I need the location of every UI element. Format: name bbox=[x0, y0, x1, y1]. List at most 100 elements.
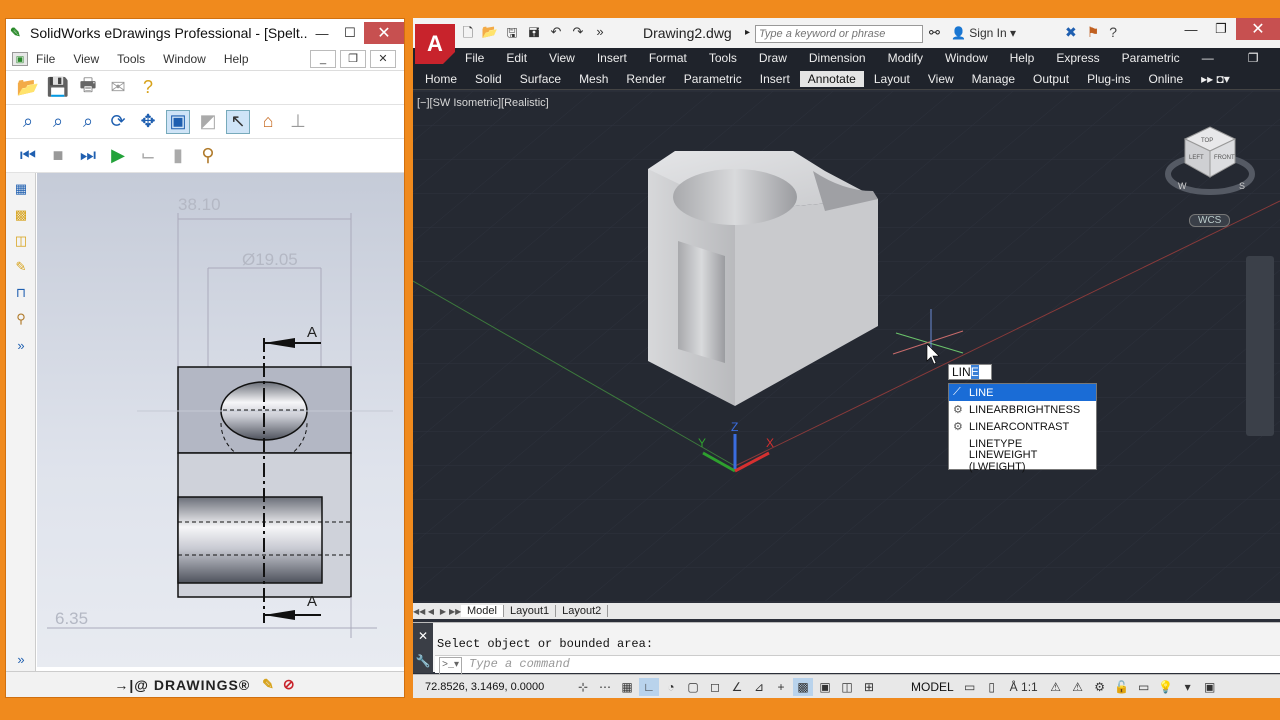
menu-format[interactable]: Format bbox=[649, 51, 687, 65]
exchange-icon[interactable]: ✖ bbox=[1065, 24, 1077, 41]
otrack-icon[interactable]: ∠ bbox=[727, 678, 747, 696]
components-icon[interactable]: ▩ bbox=[10, 205, 32, 225]
sc-icon[interactable]: ⊞ bbox=[859, 678, 879, 696]
tab-insert[interactable]: Insert bbox=[760, 72, 790, 86]
minimize-button[interactable]: — bbox=[308, 22, 336, 44]
navigation-bar[interactable] bbox=[1246, 256, 1274, 436]
close-button[interactable]: ✕ bbox=[364, 22, 404, 44]
expand-icon[interactable]: » bbox=[10, 335, 32, 355]
ortho-icon[interactable]: ∟ bbox=[639, 677, 659, 696]
menu-draw[interactable]: Draw bbox=[759, 51, 787, 65]
prev-tab-icon[interactable]: ◀ bbox=[425, 607, 437, 616]
snap-icon[interactable]: ⋯ bbox=[595, 678, 615, 696]
quick-view-layouts-icon[interactable]: ▭ bbox=[960, 678, 980, 696]
coordinates-readout[interactable]: 72.8526, 3.1469, 0.0000 bbox=[413, 681, 573, 693]
tab-layout[interactable]: Layout bbox=[874, 72, 910, 86]
markup-pencil-icon[interactable]: ✎ bbox=[262, 676, 275, 693]
menu-edit[interactable]: Edit bbox=[506, 51, 527, 65]
shaded-view-icon[interactable]: ▣ bbox=[166, 109, 190, 134]
menu-view[interactable]: View bbox=[73, 52, 99, 66]
tab-parametric[interactable]: Parametric bbox=[684, 72, 742, 86]
pan-icon[interactable]: ✥ bbox=[136, 110, 160, 134]
suggestion-linearbrightness[interactable]: ⚙ LINEARBRIGHTNESS bbox=[949, 401, 1096, 418]
send-mail-icon[interactable]: ✉ bbox=[106, 76, 130, 100]
search-expand-icon[interactable]: ▸ bbox=[745, 27, 750, 38]
tab-manage[interactable]: Manage bbox=[972, 72, 1015, 86]
restore-button[interactable]: ❐ bbox=[1206, 18, 1236, 40]
close-command-icon[interactable]: ✕ bbox=[418, 629, 428, 643]
help-icon[interactable]: ? bbox=[1109, 24, 1117, 41]
menu-file[interactable]: File bbox=[465, 51, 484, 65]
suggestion-linearcontrast[interactable]: ⚙ LINEARCONTRAST bbox=[949, 418, 1096, 435]
document-icon[interactable]: ▣ bbox=[12, 51, 28, 66]
menu-window[interactable]: Window bbox=[163, 52, 206, 66]
tab-plug-ins[interactable]: Plug-ins bbox=[1087, 72, 1130, 86]
tab-home[interactable]: Home bbox=[425, 72, 457, 86]
menu-parametric[interactable]: Parametric bbox=[1122, 51, 1180, 65]
annotation-visibility-icon[interactable]: ⚠ bbox=[1046, 678, 1066, 696]
open-icon[interactable]: 📂 bbox=[481, 24, 499, 42]
measure-tool-icon[interactable]: ⊓ bbox=[10, 283, 32, 303]
customize-icon[interactable]: 🔧 bbox=[416, 654, 431, 668]
command-line[interactable]: >_▾ Type a command bbox=[435, 655, 1280, 675]
help-icon[interactable]: ? bbox=[136, 76, 160, 100]
auto-scale-icon[interactable]: ⚠ bbox=[1068, 678, 1088, 696]
next-frame-icon[interactable]: ⏭ bbox=[76, 144, 100, 168]
tab-model[interactable]: Model bbox=[461, 605, 504, 617]
command-prompt-icon[interactable]: >_▾ bbox=[439, 657, 463, 675]
save-icon[interactable]: 🖫 bbox=[503, 24, 521, 42]
drawing-viewport[interactable]: Z Y X TOP LEFT FRONT W S [−][SW Isometri… bbox=[413, 91, 1280, 601]
close-button[interactable]: ✕ bbox=[1236, 18, 1280, 40]
infer-icon[interactable]: ⊹ bbox=[573, 678, 593, 696]
mdi-minimize-button[interactable]: _ bbox=[310, 49, 336, 68]
menu-express[interactable]: Express bbox=[1056, 51, 1099, 65]
markup-icon[interactable]: ⌙ bbox=[136, 144, 160, 168]
next-tab-icon[interactable]: ▶ bbox=[437, 607, 449, 616]
tab-mesh[interactable]: Mesh bbox=[579, 72, 608, 86]
tab-layout2[interactable]: Layout2 bbox=[556, 605, 609, 617]
maximize-button[interactable]: ☐ bbox=[336, 22, 364, 44]
tab-render[interactable]: Render bbox=[626, 72, 665, 86]
print-icon[interactable]: 🖶 bbox=[76, 75, 100, 100]
stamp-tool-icon[interactable]: ⚲ bbox=[10, 309, 32, 329]
viewport-controls-label[interactable]: [−][SW Isometric][Realistic] bbox=[417, 97, 549, 109]
menu-help[interactable]: Help bbox=[224, 52, 249, 66]
stamp-icon[interactable]: ⚲ bbox=[196, 144, 220, 168]
drawing-canvas[interactable]: 38.10 Ø19.05 A A 6.35 bbox=[37, 173, 404, 667]
dyn-icon[interactable]: + bbox=[771, 678, 791, 696]
lwt-icon[interactable]: ▩ bbox=[793, 677, 813, 696]
minimize-button[interactable]: — bbox=[1176, 18, 1206, 40]
qat-more-icon[interactable]: » bbox=[591, 24, 609, 42]
zoom-icon[interactable]: ⌕ bbox=[76, 110, 100, 134]
save-as-icon[interactable]: 🖬 bbox=[525, 24, 543, 42]
tpy-icon[interactable]: ▣ bbox=[815, 678, 835, 696]
sheets-icon[interactable]: ▦ bbox=[10, 179, 32, 199]
wcs-menu[interactable]: WCS bbox=[1189, 214, 1231, 227]
application-menu-button[interactable]: A bbox=[415, 24, 455, 64]
tab-view[interactable]: View bbox=[928, 72, 954, 86]
dynamic-input-field[interactable]: LINE bbox=[948, 364, 992, 380]
menu-view[interactable]: View bbox=[549, 51, 575, 65]
annotation-scale-icon[interactable]: Å 1:1 bbox=[1004, 678, 1044, 696]
menu-dimension[interactable]: Dimension bbox=[809, 51, 866, 65]
menu-tools[interactable]: Tools bbox=[117, 52, 145, 66]
select-icon[interactable]: ↖ bbox=[226, 109, 250, 134]
model-space-toggle[interactable]: MODEL bbox=[911, 680, 954, 694]
open-icon[interactable]: 📂 bbox=[16, 76, 40, 100]
tab-layout1[interactable]: Layout1 bbox=[504, 605, 557, 617]
menu-modify[interactable]: Modify bbox=[888, 51, 923, 65]
suggestion-line[interactable]: ⟋ LINE bbox=[949, 384, 1096, 401]
autodesk-store-icon[interactable]: ⚑ bbox=[1087, 24, 1100, 41]
qp-icon[interactable]: ◫ bbox=[837, 678, 857, 696]
tab-annotate[interactable]: Annotate bbox=[799, 70, 864, 87]
save-icon[interactable]: 💾 bbox=[46, 76, 70, 100]
clean-screen-icon[interactable]: ▣ bbox=[1200, 678, 1220, 696]
statusbar-menu-icon[interactable]: ▾ bbox=[1178, 678, 1198, 696]
quick-view-drawings-icon[interactable]: ▯ bbox=[982, 678, 1002, 696]
tab-output[interactable]: Output bbox=[1033, 72, 1069, 86]
zoom-area-icon[interactable]: ⌕ bbox=[46, 110, 70, 134]
new-icon[interactable]: 🗋 bbox=[459, 24, 477, 42]
tab-solid[interactable]: Solid bbox=[475, 72, 502, 86]
rotate-icon[interactable]: ⟳ bbox=[106, 110, 130, 134]
help-search-input[interactable] bbox=[755, 25, 923, 43]
